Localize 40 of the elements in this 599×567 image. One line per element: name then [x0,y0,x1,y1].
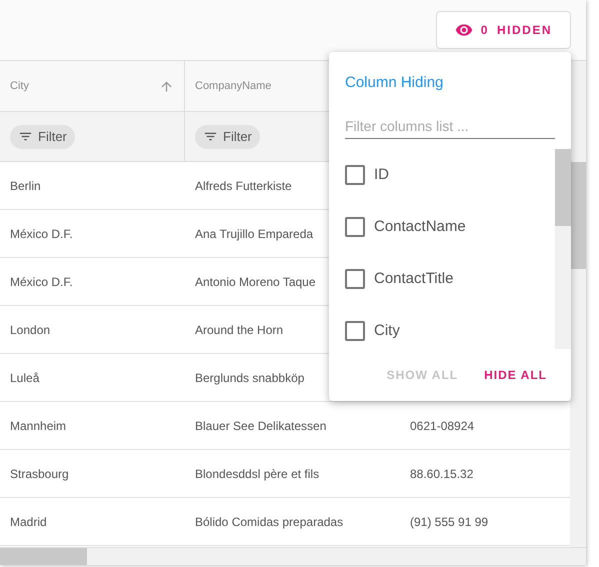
hidden-columns-button[interactable]: 0 HIDDEN [436,11,571,49]
checkbox[interactable] [345,217,365,237]
column-option[interactable]: ContactName [345,201,539,253]
table-cell-text: Alfreds Futterkiste [195,178,292,194]
scrollbar-thumb[interactable] [0,548,87,565]
table-cell-text: (91) 555 91 99 [410,514,488,530]
scrollbar-thumb[interactable] [570,162,586,269]
vertical-scrollbar[interactable] [555,149,571,349]
column-header[interactable]: City [0,61,185,111]
column-option[interactable]: City [345,305,539,357]
table-cell-text: Bólido Comidas preparadas [195,514,344,530]
table-cell-text: Madrid [10,514,47,530]
table-cell-text: México D.F. [10,274,73,290]
table-cell-text: Luleå [10,370,40,386]
table-cell-text: 0621-08924 [410,418,474,434]
checkbox[interactable] [345,269,365,289]
table-cell-text: London [10,322,50,338]
vertical-scrollbar[interactable] [570,61,586,547]
table-cell-text: Berglunds snabbköp [195,370,304,386]
column-option[interactable]: ID [345,149,539,201]
horizontal-scrollbar[interactable] [0,547,586,565]
table-cell-text: Blauer See Delikatessen [195,418,326,434]
filter-chip[interactable]: Filter [10,124,75,148]
checkbox[interactable] [345,321,365,341]
checkbox[interactable] [345,165,365,185]
scrollbar-thumb[interactable] [555,149,571,226]
table-cell-text: Antonio Moreno Taque [195,274,316,290]
table-cell-text: 88.60.15.32 [410,466,474,482]
search-field[interactable]: Filter columns list ... [345,113,555,139]
table-cell-text: México D.F. [10,226,73,242]
table-cell-text: Mannheim [10,418,66,434]
popup-button[interactable]: HIDE ALL [476,361,555,389]
table-cell-text: Berlin [10,178,41,194]
table-cell-text: Strasbourg [10,466,69,482]
table-cell-text: Ana Trujillo Empareda [195,226,314,242]
table-cell-text: Around the Horn [195,322,284,338]
filter-chip[interactable]: Filter [195,124,260,148]
sort-arrow-icon[interactable] [159,78,174,94]
column-option[interactable]: ContactTitle [345,253,539,305]
table-cell-text: Blondesddsl père et fils [195,466,320,482]
